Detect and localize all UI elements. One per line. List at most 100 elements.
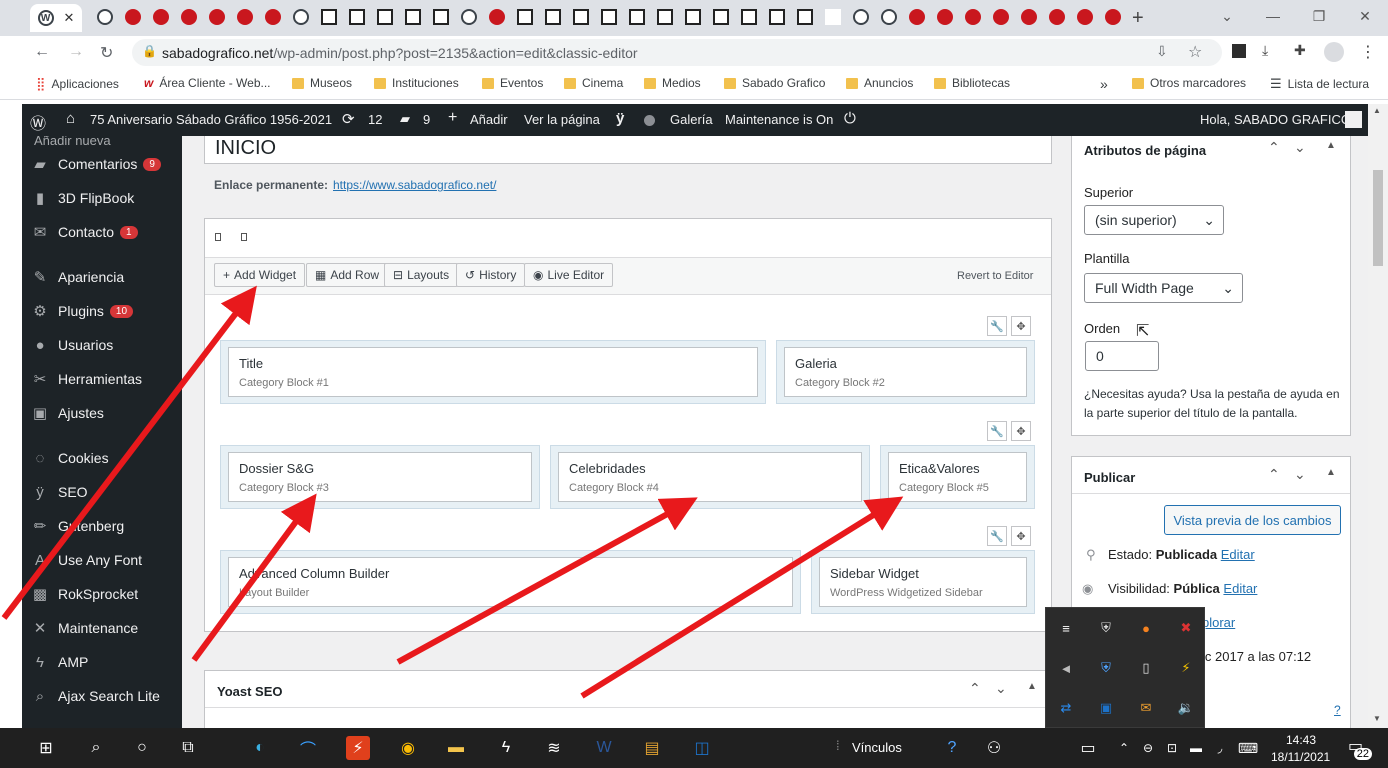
restore-button[interactable]: ❐ <box>1296 4 1342 28</box>
bookmark-star-icon[interactable]: ☆ <box>1188 42 1202 62</box>
widget-block[interactable]: Celebridades Category Block #4 <box>558 452 862 502</box>
install-icon[interactable]: ⇩ <box>1156 43 1168 60</box>
speaker-muted-icon[interactable]: ◄ <box>1056 658 1076 678</box>
sidebar-item-ajustes[interactable]: ▣ Ajustes <box>22 398 182 428</box>
widget-block[interactable]: Etica&Valores Category Block #5 <box>888 452 1027 502</box>
row-move-icon[interactable]: ✥ <box>1011 316 1031 336</box>
wifi-icon[interactable]: ◞ <box>1208 736 1232 760</box>
cortana-icon[interactable]: ○ <box>130 736 154 760</box>
maintenance-link[interactable]: Maintenance is On <box>725 112 833 127</box>
app-icon[interactable]: ⌒ <box>296 736 320 760</box>
bookmark-apps[interactable]: ⣿ Aplicaciones <box>36 76 119 92</box>
row-settings-icon[interactable]: 🔧 <box>987 526 1007 546</box>
add-new-link[interactable]: Añadir <box>470 112 508 127</box>
usb-icon[interactable]: ▯ <box>1136 658 1156 678</box>
help-icon[interactable]: ? <box>940 736 964 760</box>
tab-visual[interactable] <box>215 233 221 241</box>
sidebar-item-roksprocket[interactable]: ▩ RokSprocket <box>22 579 182 609</box>
minimize-button[interactable]: — <box>1250 4 1296 28</box>
gallery-link[interactable]: Galería <box>670 112 713 127</box>
widget-block[interactable]: Dossier S&G Category Block #3 <box>228 452 532 502</box>
layouts-button[interactable]: ⊟ Layouts <box>384 263 459 287</box>
reload-icon[interactable]: ↻ <box>100 43 113 63</box>
revert-to-editor-link[interactable]: Revert to Editor <box>957 270 1033 282</box>
preview-changes-button[interactable]: Vista previa de los cambios <box>1164 505 1341 535</box>
browser-tab[interactable] <box>542 6 564 28</box>
tray-icon[interactable]: ⊡ <box>1160 736 1184 760</box>
browser-tab[interactable] <box>934 6 956 28</box>
notifications-button[interactable]: ▭ 22 <box>1346 736 1372 760</box>
browser-tab[interactable] <box>626 6 648 28</box>
pdf-app-icon[interactable]: ⚡ <box>346 736 370 760</box>
move-up-icon[interactable]: ⌃ <box>969 680 981 697</box>
windows-start-icon[interactable]: ⊞ <box>34 736 58 760</box>
sidebar-item-contacto[interactable]: ✉ Contacto 1 <box>22 217 182 247</box>
parent-select[interactable]: (sin superior) ⌄ <box>1084 205 1224 235</box>
collapse-icon[interactable]: ▲ <box>1326 140 1336 151</box>
clock-time[interactable]: 14:43 <box>1286 733 1316 747</box>
sidebar-item-gutenberg[interactable]: ✏ Gutenberg <box>22 511 182 541</box>
more-bookmarks-button[interactable]: » <box>1100 76 1108 92</box>
browser-tab[interactable] <box>150 6 172 28</box>
show-hidden-icons[interactable]: ⌃ <box>1112 736 1136 760</box>
wordpress-logo-icon[interactable]: Ⓦ <box>30 110 46 134</box>
browser-tab[interactable] <box>458 6 480 28</box>
move-down-icon[interactable]: ⌄ <box>1294 466 1306 483</box>
browser-tab[interactable] <box>430 6 452 28</box>
sidebar-item-usuarios[interactable]: ● Usuarios <box>22 330 182 360</box>
photos-app-icon[interactable]: ▤ <box>640 736 664 760</box>
help-link[interactable]: ? <box>1334 703 1341 717</box>
bookmark-item[interactable]: w Área Cliente - Web... <box>144 76 271 90</box>
browser-tab[interactable] <box>178 6 200 28</box>
people-icon[interactable]: ⚇ <box>982 736 1006 760</box>
browser-tab[interactable] <box>290 6 312 28</box>
collapse-icon[interactable]: ▲ <box>1326 467 1336 478</box>
post-title[interactable]: INICIO <box>215 137 276 160</box>
widget-block[interactable]: Advanced Column Builder Layout Builder <box>228 557 793 607</box>
view-page-link[interactable]: Ver la página <box>524 112 600 127</box>
browser-tab[interactable] <box>794 6 816 28</box>
add-row-button[interactable]: ▦ Add Row <box>306 263 389 287</box>
browser-tab[interactable] <box>654 6 676 28</box>
row-settings-icon[interactable]: 🔧 <box>987 316 1007 336</box>
back-icon[interactable]: ← <box>34 43 50 61</box>
browser-tab[interactable] <box>374 6 396 28</box>
bookmark-folder[interactable]: Bibliotecas <box>934 76 1010 90</box>
collapse-icon[interactable]: ▲ <box>1027 681 1037 692</box>
home-icon[interactable]: ⌂ <box>66 110 75 127</box>
sidebar-item-cookies[interactable]: ◌ Cookies <box>22 443 182 473</box>
outlook-icon[interactable]: ▣ <box>1096 698 1116 718</box>
widget-block[interactable]: Galeria Category Block #2 <box>784 347 1027 397</box>
bookmark-folder[interactable]: Eventos <box>482 76 543 90</box>
volume-icon[interactable]: 🔉 <box>1176 698 1196 718</box>
plus-icon[interactable]: + <box>448 109 457 127</box>
browser-tab[interactable] <box>234 6 256 28</box>
browser-tab[interactable] <box>710 6 732 28</box>
sidebar-item-plugins[interactable]: ⚙ Plugins 10 <box>22 296 182 326</box>
greeting[interactable]: Hola, SABADO GRAFICO <box>1200 112 1351 127</box>
download-icon[interactable]: ⤓ <box>1262 42 1268 59</box>
browser-tab[interactable] <box>1046 6 1068 28</box>
teamviewer-icon[interactable]: ⇄ <box>1056 698 1076 718</box>
updates-icon[interactable]: ⟳ <box>342 110 355 128</box>
extensions-puzzle-icon[interactable]: ✚ <box>1294 42 1306 59</box>
sidebar-item-apariencia[interactable]: ✎ Apariencia <box>22 262 182 292</box>
page-scrollbar[interactable]: ▲ ▼ <box>1368 104 1388 728</box>
browser-tab[interactable] <box>402 6 424 28</box>
move-up-icon[interactable]: ⌃ <box>1268 466 1280 483</box>
add-widget-button[interactable]: + Add Widget <box>214 263 306 287</box>
browser-tab[interactable] <box>766 6 788 28</box>
edit-status-link[interactable]: Editar <box>1221 547 1255 562</box>
browser-tab[interactable] <box>206 6 228 28</box>
close-tab-icon[interactable]: ✕ <box>64 10 75 26</box>
widget-block[interactable]: Title Category Block #1 <box>228 347 758 397</box>
bookmark-folder[interactable]: Anuncios <box>846 76 913 90</box>
browser-tab[interactable] <box>262 6 284 28</box>
move-down-icon[interactable]: ⌄ <box>1294 139 1306 156</box>
bookmark-folder[interactable]: Cinema <box>564 76 623 90</box>
edge-icon[interactable]: ◐ <box>248 736 272 760</box>
forward-icon[interactable]: → <box>68 43 84 61</box>
browser-tab[interactable] <box>318 6 340 28</box>
search-icon[interactable]: ⌕ <box>84 736 108 760</box>
tray-icon[interactable]: ▬ <box>1184 736 1208 760</box>
